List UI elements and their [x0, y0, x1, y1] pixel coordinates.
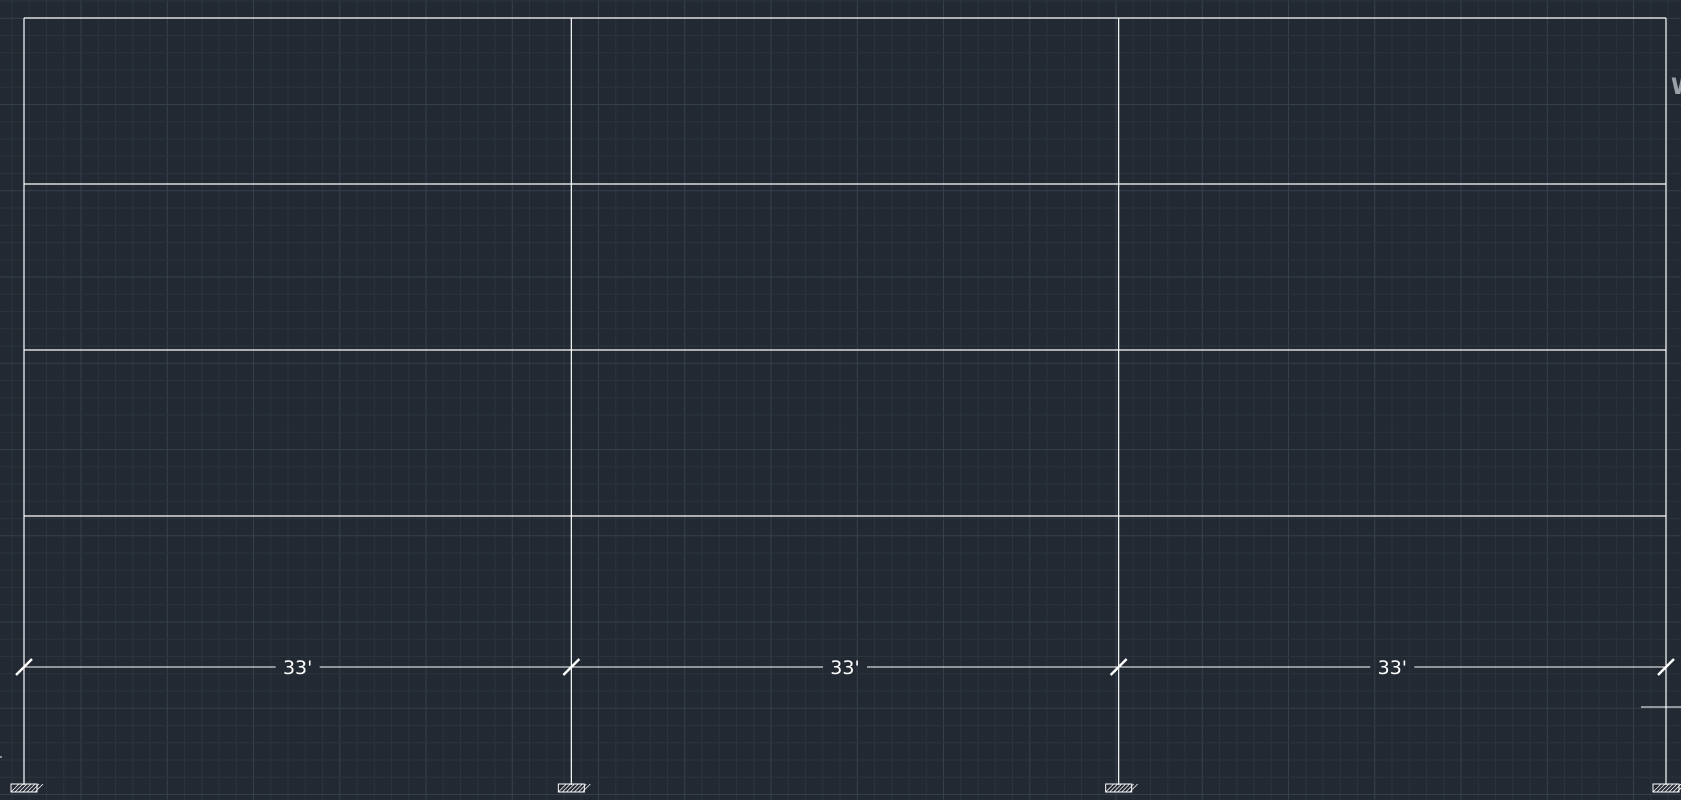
dimension-label: 33' — [283, 657, 312, 679]
cad-drawing-canvas[interactable]: 33' 33' 33' W — [0, 0, 1681, 800]
dimension-label: 33' — [1378, 657, 1407, 679]
dimension-label: 33' — [830, 657, 859, 679]
edge-label: W — [1671, 75, 1681, 100]
